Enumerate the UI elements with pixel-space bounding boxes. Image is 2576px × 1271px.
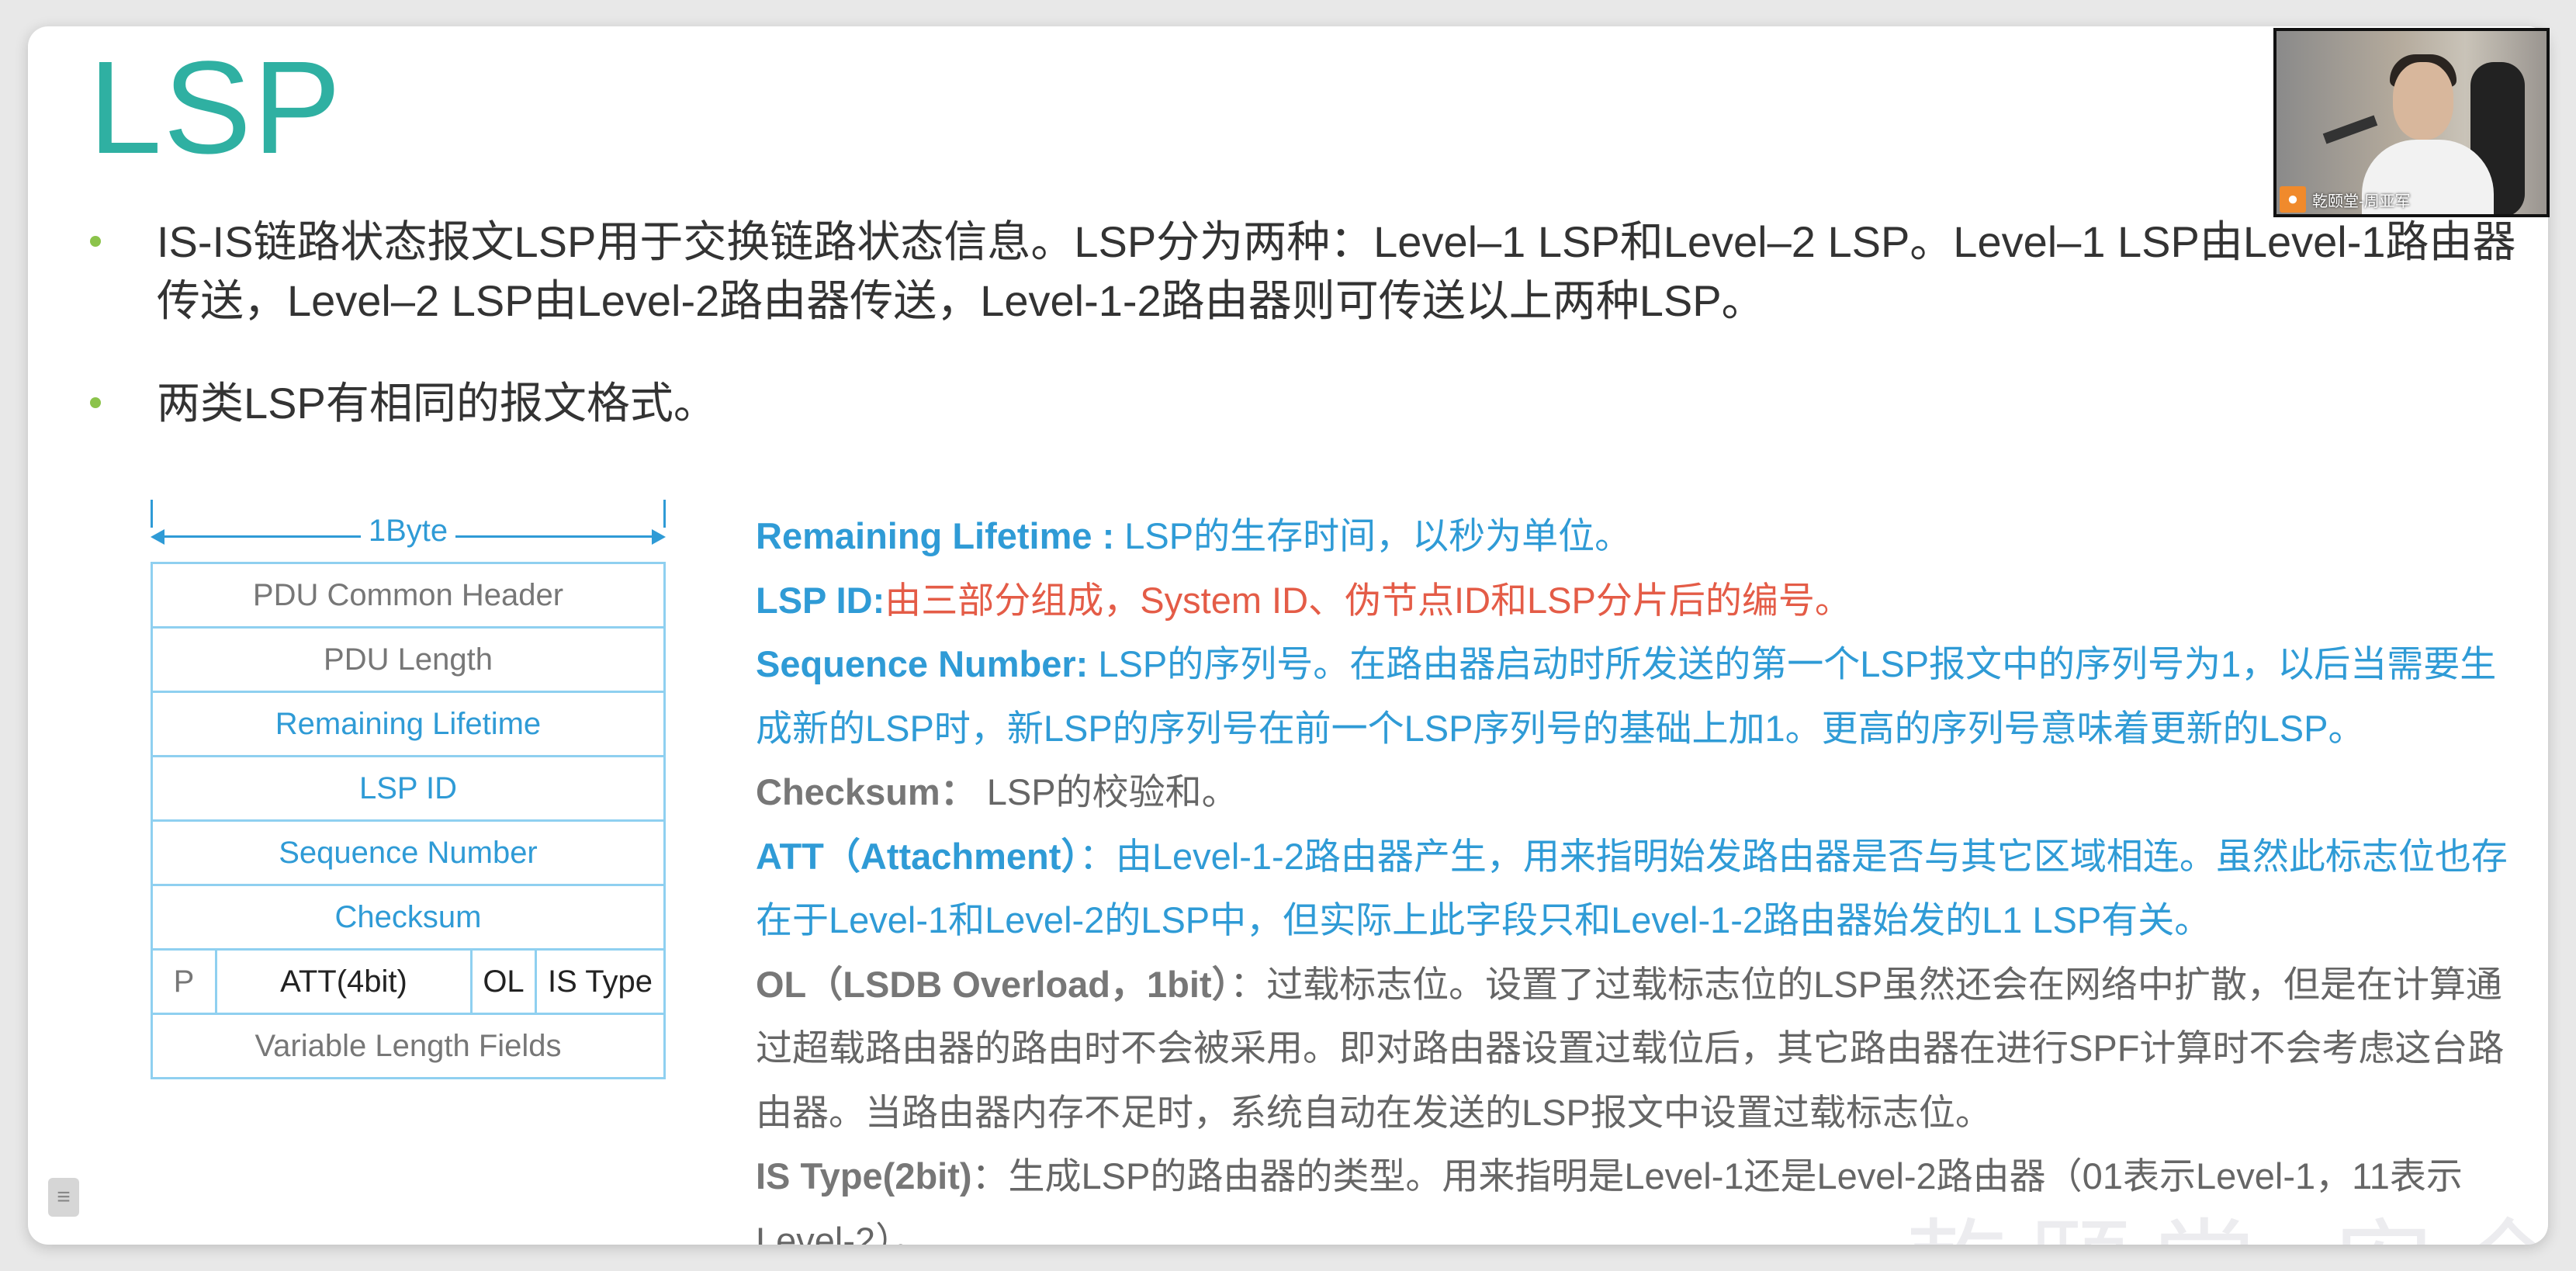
presenter-name: 乾颐堂-周亚军 xyxy=(2312,192,2411,210)
field-descriptions: Remaining Lifetime : LSP的生存时间，以秒为单位。 LSP… xyxy=(756,504,2525,1245)
byte-label: 1Byte xyxy=(360,514,456,548)
p-cell: P xyxy=(153,951,217,1013)
webcam-caption: ● 乾颐堂-周亚军 xyxy=(2277,185,2547,214)
desc-sequence-number: Sequence Number: LSP的序列号。在路由器启动时所发送的第一个L… xyxy=(756,643,2497,749)
flags-row: P ATT(4bit) OL IS Type xyxy=(153,951,663,1015)
att-cell: ATT(4bit) xyxy=(217,951,473,1013)
user-icon: ● xyxy=(2280,186,2306,213)
desc-ol: OL（LSDB Overload，1bit）：过载标志位。设置了过载标志位的LS… xyxy=(756,963,2505,1133)
side-menu-handle-icon[interactable]: ≡ xyxy=(48,1178,79,1217)
watermark: 乾颐堂 安全 xyxy=(1906,1186,2548,1245)
webcam-overlay[interactable]: ● 乾颐堂-周亚军 xyxy=(2273,28,2550,217)
slide: LSP IS-IS链路状态报文LSP用于交换链路状态信息。LSP分为两种：Lev… xyxy=(28,26,2548,1245)
ol-cell: OL xyxy=(473,951,537,1013)
desc-att: ATT（Attachment）：由Level-1-2路由器产生，用来指明始发路由… xyxy=(756,835,2508,941)
table-row: PDU Length xyxy=(153,629,663,693)
desc-lsp-id: LSP ID:由三部分组成，System ID、伪节点ID和LSP分片后的编号。 xyxy=(756,579,1851,621)
bullet-dot-icon xyxy=(90,397,101,408)
table-row: Variable Length Fields xyxy=(153,1015,663,1079)
table-row: Sequence Number xyxy=(153,822,663,886)
table-row: Checksum xyxy=(153,886,663,951)
is-type-cell: IS Type xyxy=(548,964,653,999)
desc-remaining-lifetime: Remaining Lifetime : LSP的生存时间，以秒为单位。 xyxy=(756,515,1632,556)
table-row: LSP ID xyxy=(153,757,663,822)
desc-checksum: Checksum： LSP的校验和。 xyxy=(756,771,1238,812)
lsp-format-table: 1Byte PDU Common Header PDU Length Remai… xyxy=(151,500,666,1079)
bullet-dot-icon xyxy=(90,236,101,247)
byte-width-indicator: 1Byte xyxy=(151,500,666,562)
table-row: PDU Common Header xyxy=(153,564,663,629)
bullet-2-text: 两类LSP有相同的报文格式。 xyxy=(157,379,717,428)
page-title: LSP xyxy=(88,34,343,182)
presenter-video xyxy=(2393,62,2453,140)
bullet-1-text: IS-IS链路状态报文LSP用于交换链路状态信息。LSP分为两种：Level–1… xyxy=(157,217,2516,325)
table-row: Remaining Lifetime xyxy=(153,693,663,757)
